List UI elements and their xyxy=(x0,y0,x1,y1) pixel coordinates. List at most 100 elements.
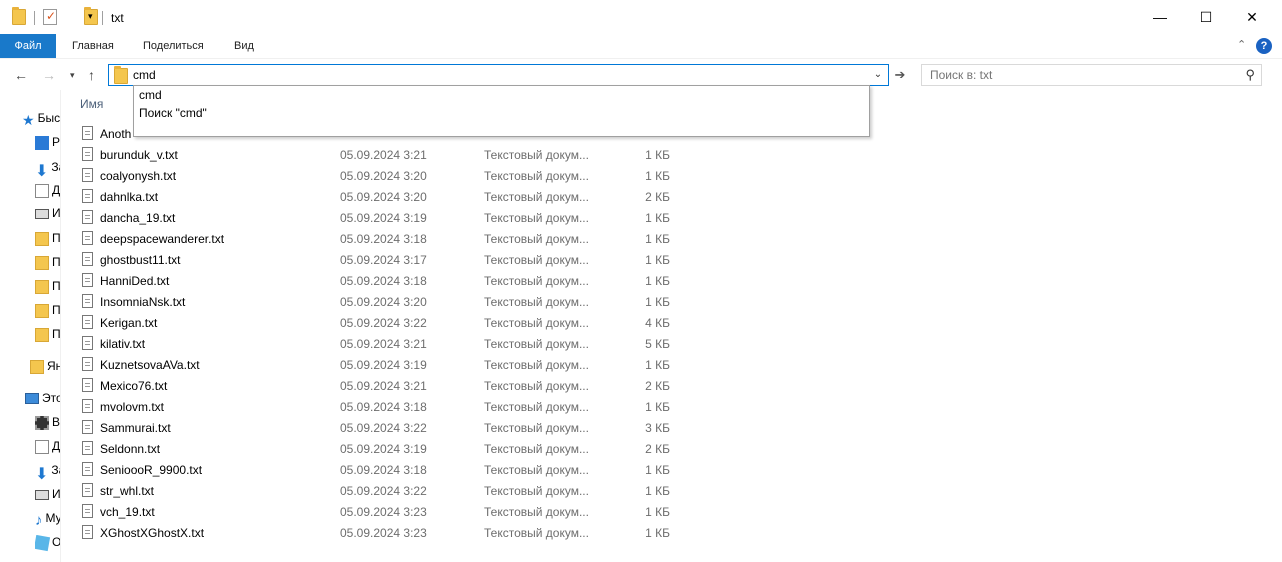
search-box[interactable]: ⚲ xyxy=(921,64,1262,86)
folder-icon xyxy=(114,66,128,84)
customize-toolbar-icon[interactable]: ▾ xyxy=(88,11,93,29)
sidebar-item[interactable]: Этот компьютер xyxy=(25,391,60,411)
file-name: ghostbust11.txt xyxy=(100,253,181,267)
text-file-icon xyxy=(82,210,93,224)
file-size: 4 КБ xyxy=(645,316,670,330)
pane-divider[interactable] xyxy=(60,90,61,562)
sidebar-item[interactable]: Изображения xyxy=(35,206,60,226)
file-name: Mexico76.txt xyxy=(100,379,168,393)
forward-arrow-icon[interactable]: → xyxy=(42,64,56,86)
file-date: 05.09.2024 3:23 xyxy=(340,505,427,519)
minimize-button[interactable]: — xyxy=(1137,0,1183,34)
file-row[interactable]: Kerigan.txt 05.09.2024 3:22 Текстовый доку… xyxy=(82,313,782,334)
file-row[interactable]: dancha_19.txt 05.09.2024 3:19 Текстовый до… xyxy=(82,208,782,229)
file-name: Kerigan.txt xyxy=(100,316,158,330)
file-name: kilativ.txt xyxy=(100,337,146,351)
file-type: Текстовый докум... xyxy=(484,253,589,267)
file-type: Текстовый докум... xyxy=(484,505,589,519)
autocomplete-item[interactable]: Поиск "cmd" xyxy=(139,106,207,120)
sidebar-item-label: Загрузки xyxy=(51,160,60,174)
tab-view[interactable]: Вид xyxy=(234,34,254,58)
up-arrow-icon[interactable]: ↑ xyxy=(88,64,95,86)
document-icon xyxy=(35,183,49,198)
file-name: str_whl.txt xyxy=(100,484,155,498)
tab-file[interactable]: Файл xyxy=(0,34,56,58)
tab-share[interactable]: Поделиться xyxy=(143,34,204,58)
recent-locations-icon[interactable]: ▾ xyxy=(70,64,75,86)
file-name: vch_19.txt xyxy=(100,505,155,519)
file-row[interactable]: Mexico76.txt 05.09.2024 3:21 Текстовый док… xyxy=(82,376,782,397)
text-file-icon xyxy=(82,168,93,182)
3d-objects-icon xyxy=(35,535,51,551)
file-type: Текстовый докум... xyxy=(484,232,589,246)
address-input[interactable] xyxy=(133,66,853,84)
file-row[interactable]: KuznetsovaAVa.txt 05.09.2024 3:19 Текстовы… xyxy=(82,355,782,376)
sidebar-item[interactable]: Рабочий стол xyxy=(35,135,60,155)
file-type: Текстовый докум... xyxy=(484,295,589,309)
file-row[interactable]: vch_19.txt 05.09.2024 3:23 Текстовый докум… xyxy=(82,502,782,523)
help-button[interactable]: ? xyxy=(1256,38,1272,54)
file-row[interactable]: SenioooR_9900.txt 05.09.2024 3:18 Текстовы… xyxy=(82,460,782,481)
autocomplete-item[interactable]: cmd xyxy=(139,88,162,102)
file-name: dancha_19.txt xyxy=(100,211,176,225)
sidebar-item[interactable]: Папка xyxy=(35,255,60,275)
search-input[interactable] xyxy=(930,67,1230,83)
chevron-up-icon[interactable]: ⌃ xyxy=(1237,38,1246,51)
sidebar-item[interactable]: Папка xyxy=(35,279,60,299)
file-row[interactable]: deepspacewanderer.txt 05.09.2024 3:18 Текс… xyxy=(82,229,782,250)
file-date: 05.09.2024 3:22 xyxy=(340,316,427,330)
sidebar-item-label: Яндекс xyxy=(47,359,60,373)
sidebar-item[interactable]: Папка xyxy=(35,327,60,347)
sidebar-item[interactable]: Документы xyxy=(35,439,60,459)
file-name: mvolovm.txt xyxy=(100,400,165,414)
file-type: Текстовый докум... xyxy=(484,421,589,435)
file-row[interactable]: HanniDed.txt 05.09.2024 3:18 Текстовый док… xyxy=(82,271,782,292)
file-row[interactable]: InsomniaNsk.txt 05.09.2024 3:20 Текстовый … xyxy=(82,292,782,313)
sidebar-item[interactable]: ♪Музыка xyxy=(35,511,60,531)
sidebar-item[interactable]: ★Быстрый доступ xyxy=(22,111,60,131)
close-button[interactable]: ✕ xyxy=(1229,0,1275,34)
text-file-icon xyxy=(82,336,93,350)
file-date: 05.09.2024 3:22 xyxy=(340,484,427,498)
file-row[interactable]: ghostbust11.txt 05.09.2024 3:17 Текстовый … xyxy=(82,250,782,271)
file-row[interactable]: mvolovm.txt 05.09.2024 3:18 Текстовый доку… xyxy=(82,397,782,418)
sidebar-item[interactable]: Изображения xyxy=(35,487,60,507)
file-row[interactable]: dahnlka.txt 05.09.2024 3:20 Текстовый доку… xyxy=(82,187,782,208)
text-file-icon xyxy=(82,420,93,434)
file-row[interactable]: kilativ.txt 05.09.2024 3:21 Текстовый доку… xyxy=(82,334,782,355)
tab-home[interactable]: Главная xyxy=(72,34,114,58)
sidebar-item-label: Документы xyxy=(52,183,60,197)
document-icon xyxy=(35,439,49,454)
sidebar-item[interactable]: Объемные объекты xyxy=(35,535,60,555)
sidebar-item[interactable]: ⬇Загрузки xyxy=(35,463,60,483)
maximize-button[interactable]: ☐ xyxy=(1183,0,1229,34)
back-arrow-icon[interactable]: ← xyxy=(14,64,28,86)
sidebar-item[interactable]: Папка xyxy=(35,231,60,251)
chevron-down-icon[interactable]: ⌄ xyxy=(870,66,886,84)
sidebar-item-label: Видео xyxy=(52,415,60,429)
file-size: 1 КБ xyxy=(645,400,670,414)
file-row[interactable]: str_whl.txt 05.09.2024 3:22 Текстовый доку… xyxy=(82,481,782,502)
file-row[interactable]: Sammurai.txt 05.09.2024 3:22 Текстовый док… xyxy=(82,418,782,439)
sidebar-item[interactable]: Документы xyxy=(35,183,60,203)
download-icon: ⬇ xyxy=(35,465,49,483)
properties-icon[interactable]: ✓ xyxy=(43,9,57,25)
file-size: 3 КБ xyxy=(645,421,670,435)
go-arrow-icon[interactable]: ➔ xyxy=(892,64,908,86)
column-header-name[interactable]: Имя xyxy=(80,97,103,111)
search-icon[interactable]: ⚲ xyxy=(1245,67,1255,83)
file-row[interactable]: burunduk_v.txt 05.09.2024 3:21 Текстовый д… xyxy=(82,145,782,166)
video-icon xyxy=(35,415,49,430)
file-date: 05.09.2024 3:21 xyxy=(340,379,427,393)
navigation-pane: ★Быстрый доступРабочий стол⬇ЗагрузкиДоку… xyxy=(0,96,60,562)
sidebar-item[interactable]: ⬇Загрузки xyxy=(35,160,60,180)
file-row[interactable]: XGhostXGhostX.txt 05.09.2024 3:23 Текстовы… xyxy=(82,523,782,544)
text-file-icon xyxy=(82,189,93,203)
file-date: 05.09.2024 3:18 xyxy=(340,232,427,246)
sidebar-item[interactable]: Яндекс xyxy=(30,359,60,379)
file-row[interactable]: coalyonysh.txt 05.09.2024 3:20 Текстовый д… xyxy=(82,166,782,187)
address-bar[interactable]: ⌄ xyxy=(108,64,889,86)
sidebar-item[interactable]: Папка xyxy=(35,303,60,323)
file-row[interactable]: Seldonn.txt 05.09.2024 3:19 Текстовый доку… xyxy=(82,439,782,460)
sidebar-item[interactable]: Видео xyxy=(35,415,60,435)
